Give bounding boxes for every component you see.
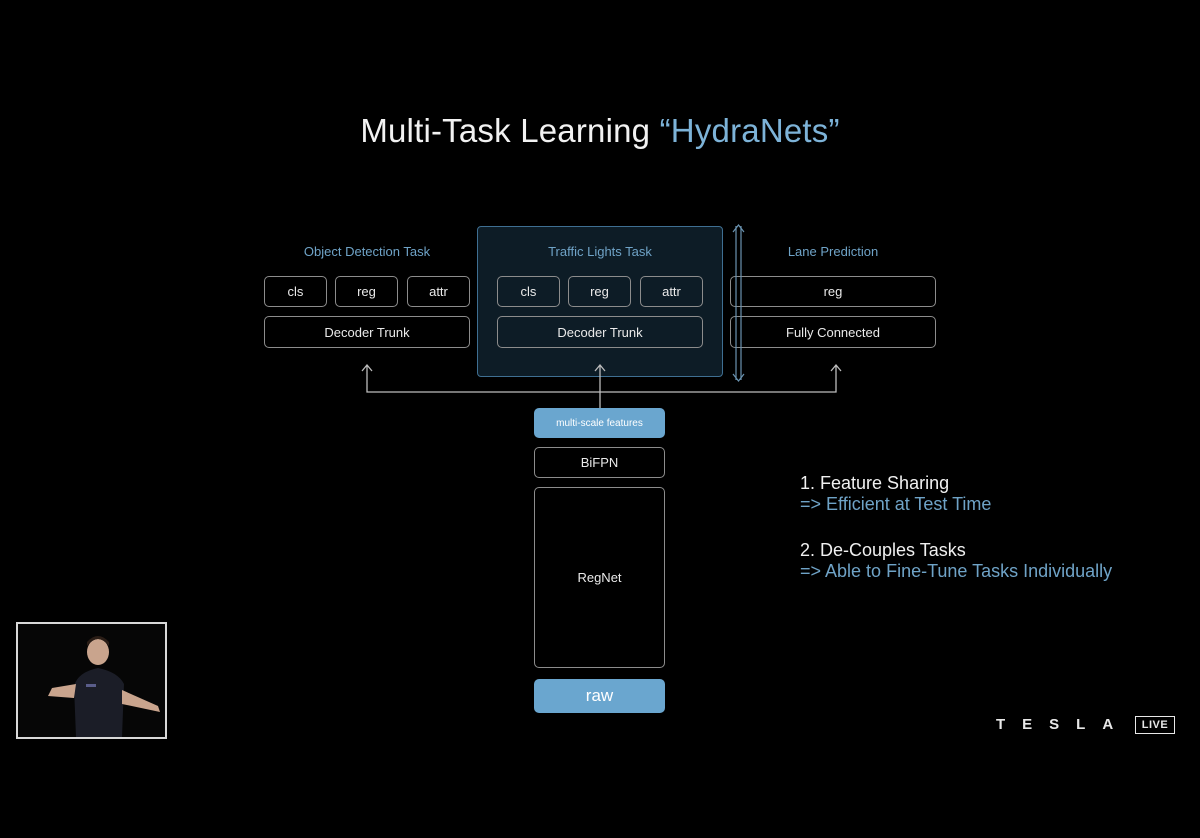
note-2-detail: => Able to Fine-Tune Tasks Individually (800, 561, 1113, 581)
live-badge: LIVE (1135, 716, 1175, 734)
presenter-video-thumbnail (16, 622, 167, 739)
bifpn-box: BiFPN (534, 447, 665, 478)
regnet-box: RegNet (534, 487, 665, 668)
presenter-figure (18, 624, 165, 737)
multi-scale-features-box: multi-scale features (534, 408, 665, 438)
branch-connector-line (366, 366, 837, 393)
note-1-title: 1. Feature Sharing (800, 473, 950, 493)
note-2-title: 2. De-Couples Tasks (800, 540, 966, 560)
vertical-double-arrow (732, 224, 745, 382)
notes-block: 1. Feature Sharing => Efficient at Test … (800, 473, 1112, 582)
tesla-logo: TESLA (996, 716, 1131, 733)
note-1-detail: => Efficient at Test Time (800, 494, 992, 514)
raw-input-box: raw (534, 679, 665, 713)
